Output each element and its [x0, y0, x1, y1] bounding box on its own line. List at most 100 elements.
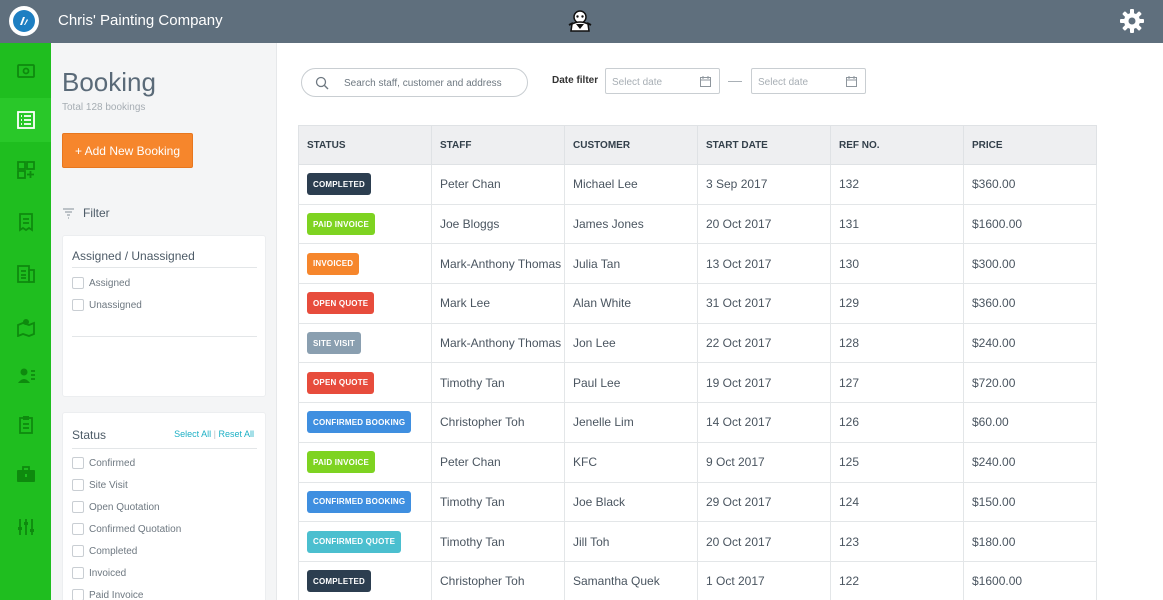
customer-cell: Michael Lee: [564, 164, 698, 205]
sidebar-item-list[interactable]: [0, 98, 51, 142]
status-badge[interactable]: OPEN QUOTE: [307, 292, 375, 315]
status-badge[interactable]: OPEN QUOTE: [307, 371, 375, 394]
table-row[interactable]: PAID INVOICE Peter Chan KFC 9 Oct 2017 125 $2…: [298, 442, 1097, 483]
status-badge[interactable]: CONFIRMED QUOTE: [307, 530, 402, 553]
price-cell: $1600.00: [963, 561, 1097, 600]
sidebar-item-grid[interactable]: [0, 148, 51, 192]
sidebar-item-wallet[interactable]: [0, 49, 51, 93]
checkbox[interactable]: [72, 277, 84, 289]
status-badge[interactable]: CONFIRMED BOOKING: [307, 490, 412, 513]
column-header[interactable]: START DATE: [697, 125, 831, 165]
customer-cell: James Jones: [564, 204, 698, 245]
status-badge[interactable]: COMPLETED: [307, 570, 372, 593]
table-row[interactable]: CONFIRMED BOOKING Timothy Tan Joe Black 29 …: [298, 482, 1097, 523]
wallet-icon: [16, 64, 35, 78]
status-cell: PAID INVOICE: [298, 204, 432, 245]
status-option[interactable]: Invoiced: [72, 567, 126, 579]
calendar-icon[interactable]: [846, 76, 857, 87]
status-option[interactable]: Completed: [72, 545, 137, 557]
column-header[interactable]: STATUS: [298, 125, 432, 165]
checkbox[interactable]: [72, 523, 84, 535]
status-option[interactable]: Site Visit: [72, 479, 128, 491]
table-row[interactable]: OPEN QUOTE Timothy Tan Paul Lee 19 Oct 2017…: [298, 362, 1097, 404]
reset-all-link[interactable]: Reset All: [218, 429, 254, 439]
start-date-input[interactable]: [612, 75, 697, 89]
add-booking-button[interactable]: + Add New Booking: [62, 133, 193, 168]
checkbox[interactable]: [72, 589, 84, 600]
ref-cell: 123: [830, 521, 964, 562]
price-cell: $1600.00: [963, 204, 1097, 245]
table-row[interactable]: OPEN QUOTE Mark Lee Alan White 31 Oct 2017 1…: [298, 283, 1097, 324]
date-range-dash: [728, 81, 742, 82]
status-badge[interactable]: COMPLETED: [307, 173, 372, 196]
end-date-input[interactable]: [758, 75, 843, 89]
ref-cell: 124: [830, 482, 964, 523]
sidebar-item-sliders[interactable]: [0, 505, 51, 549]
status-filter-card: Status Select All | Reset All Confirmed S…: [62, 412, 266, 600]
price-cell: $360.00: [963, 164, 1097, 205]
table-row[interactable]: COMPLETED Peter Chan Michael Lee 3 Sep 2017…: [298, 164, 1097, 205]
column-header[interactable]: REF NO.: [830, 125, 964, 165]
start-date-cell: 22 Oct 2017: [697, 323, 831, 364]
column-header[interactable]: PRICE: [963, 125, 1097, 165]
start-date-cell: 3 Sep 2017: [697, 164, 831, 205]
customer-cell: Jenelle Lim: [564, 402, 698, 443]
customer-cell: KFC: [564, 442, 698, 483]
customer-cell: Paul Lee: [564, 362, 698, 404]
calendar-icon[interactable]: [700, 76, 711, 87]
sidebar-item-contacts[interactable]: [0, 354, 51, 398]
checkbox[interactable]: [72, 479, 84, 491]
status-badge[interactable]: PAID INVOICE: [307, 451, 376, 474]
customer-cell: Alan White: [564, 283, 698, 324]
status-badge[interactable]: CONFIRMED BOOKING: [307, 411, 412, 434]
table-row[interactable]: INVOICED Mark-Anthony Thomas Julia Tan 13 O…: [298, 243, 1097, 285]
start-date-cell: 29 Oct 2017: [697, 482, 831, 523]
sidebar-item-map-pin[interactable]: [0, 304, 51, 348]
checkbox[interactable]: [72, 457, 84, 469]
brush-logo-icon[interactable]: [9, 6, 39, 36]
gear-icon[interactable]: [1118, 7, 1146, 35]
select-links: Select All | Reset All: [174, 429, 254, 439]
status-badge[interactable]: SITE VISIT: [307, 332, 362, 355]
table-row[interactable]: PAID INVOICE Joe Bloggs James Jones 20 Oct …: [298, 204, 1097, 245]
price-cell: $300.00: [963, 243, 1097, 285]
assigned-option[interactable]: Assigned: [72, 277, 130, 289]
status-option[interactable]: Confirmed: [72, 457, 135, 469]
price-cell: $60.00: [963, 402, 1097, 443]
sidebar-item-receipt[interactable]: [0, 200, 51, 244]
status-option[interactable]: Confirmed Quotation: [72, 523, 181, 535]
grid-icon: [16, 161, 35, 179]
status-cell: OPEN QUOTE: [298, 362, 432, 404]
table-row[interactable]: CONFIRMED BOOKING Christopher Toh Jenelle …: [298, 402, 1097, 443]
checkbox[interactable]: [72, 545, 84, 557]
search-icon: [315, 76, 329, 90]
staff-cell: Mark-Anthony Thomas: [431, 323, 565, 364]
table-row[interactable]: COMPLETED Christopher Toh Samantha Quek 1 O…: [298, 561, 1097, 600]
table-row[interactable]: CONFIRMED QUOTE Timothy Tan Jill Toh 20 Oct…: [298, 521, 1097, 562]
status-badge[interactable]: PAID INVOICE: [307, 213, 376, 236]
sidebar-item-briefcase[interactable]: [0, 452, 51, 496]
column-header[interactable]: CUSTOMER: [564, 125, 698, 165]
sidebar-rail: [0, 43, 51, 600]
status-cell: PAID INVOICE: [298, 442, 432, 483]
status-option[interactable]: Paid Invoice: [72, 589, 143, 600]
status-badge[interactable]: INVOICED: [307, 252, 360, 275]
start-date-cell: 19 Oct 2017: [697, 362, 831, 404]
ref-cell: 130: [830, 243, 964, 285]
search-input[interactable]: [344, 75, 514, 91]
select-all-link[interactable]: Select All: [174, 429, 211, 439]
mascot-icon: [568, 10, 592, 32]
checkbox[interactable]: [72, 501, 84, 513]
search-box: [301, 68, 528, 97]
unassigned-option[interactable]: Unassigned: [72, 299, 142, 311]
status-option[interactable]: Open Quotation: [72, 501, 160, 513]
checkbox[interactable]: [72, 567, 84, 579]
filter-label: Filter: [83, 206, 110, 220]
end-date-field[interactable]: [751, 68, 866, 94]
sidebar-item-document[interactable]: [0, 252, 51, 296]
start-date-field[interactable]: [605, 68, 720, 94]
sidebar-item-clipboard[interactable]: [0, 403, 51, 447]
checkbox[interactable]: [72, 299, 84, 311]
column-header[interactable]: STAFF: [431, 125, 565, 165]
table-row[interactable]: SITE VISIT Mark-Anthony Thomas Jon Lee 22 O…: [298, 323, 1097, 364]
